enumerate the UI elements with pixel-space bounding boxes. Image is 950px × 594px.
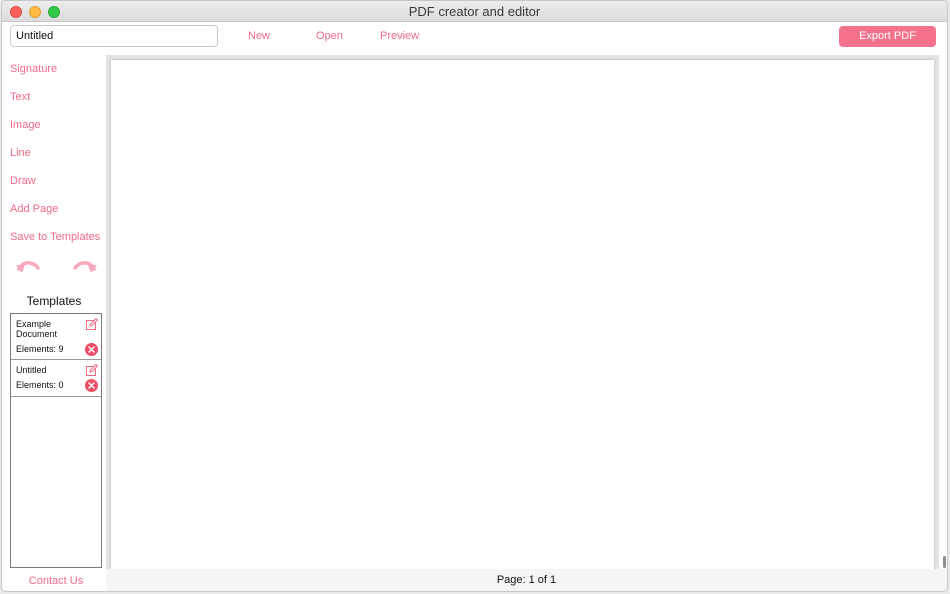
save-to-templates-button[interactable]: Save to Templates [10, 231, 100, 243]
title-bar: PDF creator and editor [2, 1, 947, 22]
template-name: Example Document [16, 319, 58, 339]
draw-tool[interactable]: Draw [10, 175, 36, 187]
edit-icon[interactable] [86, 317, 99, 330]
undo-icon[interactable] [15, 258, 41, 276]
add-page-button[interactable]: Add Page [10, 203, 58, 215]
template-item[interactable]: Untitled Elements: 0 [11, 360, 101, 397]
contact-us-link[interactable]: Contact Us [2, 575, 110, 587]
page-indicator: Page: 1 of 1 [496, 574, 557, 586]
image-tool[interactable]: Image [10, 119, 41, 131]
document-canvas-area [106, 55, 939, 569]
app-window: PDF creator and editor New Open Preview … [1, 0, 948, 592]
signature-tool[interactable]: Signature [10, 63, 57, 75]
templates-heading: Templates [26, 294, 82, 308]
delete-icon[interactable] [85, 379, 98, 392]
template-item[interactable]: Example Document Elements: 9 [11, 314, 101, 360]
new-button[interactable]: New [248, 30, 270, 42]
templates-list: Example Document Elements: 9 Untitled El… [10, 313, 102, 568]
line-tool[interactable]: Line [10, 147, 31, 159]
template-name: Untitled [16, 365, 47, 375]
template-elements-count: Elements: 9 [16, 344, 64, 354]
open-button[interactable]: Open [316, 30, 343, 42]
scrollbar[interactable] [943, 556, 946, 568]
edit-icon[interactable] [86, 363, 99, 376]
preview-button[interactable]: Preview [380, 30, 419, 42]
export-pdf-button[interactable]: Export PDF [839, 26, 936, 47]
template-elements-count: Elements: 0 [16, 380, 64, 390]
redo-icon[interactable] [72, 258, 98, 276]
delete-icon[interactable] [85, 343, 98, 356]
text-tool[interactable]: Text [10, 91, 30, 103]
status-bar: Page: 1 of 1 [106, 569, 947, 591]
document-name-input[interactable] [10, 25, 218, 47]
pdf-page-canvas[interactable] [111, 60, 934, 569]
window-title: PDF creator and editor [408, 4, 541, 19]
